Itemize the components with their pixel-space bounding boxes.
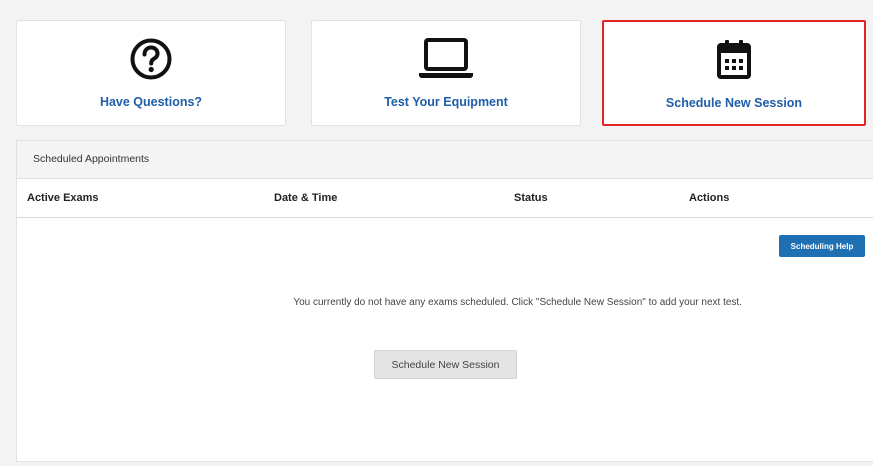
column-actions: Actions — [689, 192, 730, 204]
column-date-time: Date & Time — [274, 192, 338, 204]
empty-state-message: You currently do not have any exams sche… — [293, 297, 742, 308]
laptop-icon — [416, 37, 476, 81]
have-questions-card[interactable]: Have Questions? — [16, 20, 286, 126]
schedule-new-session-label: Schedule New Session — [665, 96, 803, 110]
have-questions-label: Have Questions? — [99, 95, 203, 109]
schedule-new-session-card[interactable]: Schedule New Session — [602, 20, 866, 126]
schedule-new-session-button[interactable]: Schedule New Session — [374, 350, 517, 379]
table-header: Active Exams Date & Time Status Actions — [17, 179, 873, 218]
test-equipment-label: Test Your Equipment — [384, 95, 508, 109]
column-status: Status — [514, 192, 548, 204]
column-active-exams: Active Exams — [27, 192, 99, 204]
test-equipment-card[interactable]: Test Your Equipment — [311, 20, 581, 126]
empty-state-message-row: You currently do not have any exams sche… — [17, 297, 742, 308]
scheduling-help-button[interactable]: Scheduling Help — [779, 235, 865, 257]
calendar-icon — [704, 38, 764, 82]
panel-title: Scheduled Appointments — [17, 141, 873, 179]
question-circle-icon — [121, 37, 181, 81]
action-cards: Have Questions? Test Your Equipment Sche… — [0, 0, 873, 140]
scheduled-appointments-panel: Scheduled Appointments Active Exams Date… — [16, 140, 873, 462]
